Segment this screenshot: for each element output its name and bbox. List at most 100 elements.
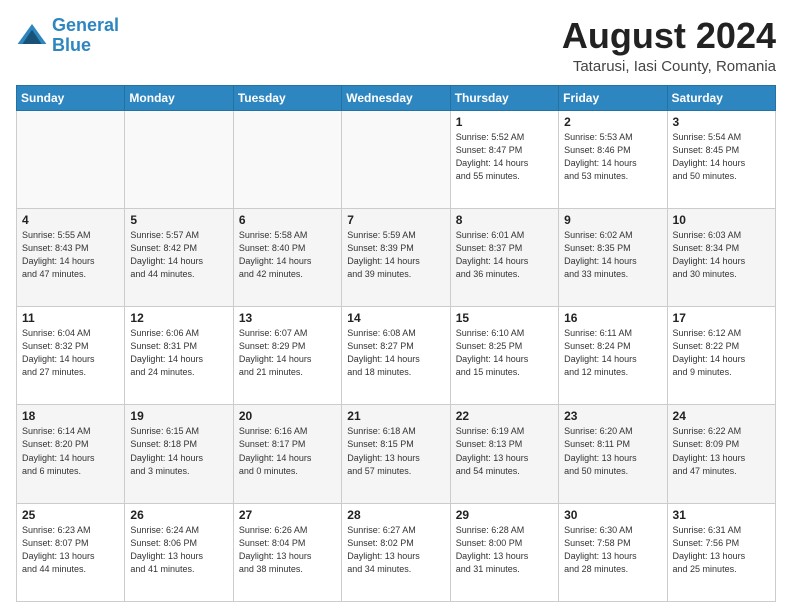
day-number: 13 [239,311,336,325]
logo-text: General Blue [52,16,119,56]
header: General Blue August 2024 Tatarusi, Iasi … [16,16,776,75]
day-number: 5 [130,213,227,227]
table-row [233,110,341,208]
calendar-week-row: 1 Sunrise: 5:52 AM Sunset: 8:47 PM Daylig… [17,110,776,208]
day-info: Sunrise: 6:08 AM Sunset: 8:27 PM Dayligh… [347,327,444,379]
day-info: Sunrise: 6:18 AM Sunset: 8:15 PM Dayligh… [347,425,444,477]
calendar-week-row: 25 Sunrise: 6:23 AM Sunset: 8:07 PM Dayli… [17,503,776,601]
day-number: 2 [564,115,661,129]
day-info: Sunrise: 6:15 AM Sunset: 8:18 PM Dayligh… [130,425,227,477]
calendar-week-row: 18Sunrise: 6:14 AM Sunset: 8:20 PM Dayli… [17,405,776,503]
table-row: 2 Sunrise: 5:53 AM Sunset: 8:46 PM Daylig… [559,110,667,208]
table-row: 29 Sunrise: 6:28 AM Sunset: 8:00 PM Dayli… [450,503,558,601]
table-row: 8 Sunrise: 6:01 AM Sunset: 8:37 PM Daylig… [450,208,558,306]
day-info: Sunrise: 6:28 AM Sunset: 8:00 PM Dayligh… [456,524,553,576]
table-row: 5 Sunrise: 5:57 AM Sunset: 8:42 PM Daylig… [125,208,233,306]
day-number: 3 [673,115,770,129]
table-row: 24 Sunrise: 6:22 AM Sunset: 8:09 PM Dayli… [667,405,775,503]
title-block: August 2024 Tatarusi, Iasi County, Roman… [562,16,776,75]
table-row: 16 Sunrise: 6:11 AM Sunset: 8:24 PM Dayli… [559,307,667,405]
day-info: Sunrise: 6:16 AM Sunset: 8:17 PM Dayligh… [239,425,336,477]
table-row: 17 Sunrise: 6:12 AM Sunset: 8:22 PM Dayli… [667,307,775,405]
table-row: 12 Sunrise: 6:06 AM Sunset: 8:31 PM Dayli… [125,307,233,405]
day-info: Sunrise: 6:30 AM Sunset: 7:58 PM Dayligh… [564,524,661,576]
table-row: 14 Sunrise: 6:08 AM Sunset: 8:27 PM Dayli… [342,307,450,405]
table-row: 19Sunrise: 6:15 AM Sunset: 8:18 PM Dayli… [125,405,233,503]
day-info: Sunrise: 6:19 AM Sunset: 8:13 PM Dayligh… [456,425,553,477]
table-row: 30 Sunrise: 6:30 AM Sunset: 7:58 PM Dayli… [559,503,667,601]
day-number: 27 [239,508,336,522]
day-info: Sunrise: 5:54 AM Sunset: 8:45 PM Dayligh… [673,131,770,183]
day-number: 10 [673,213,770,227]
table-row [125,110,233,208]
logo: General Blue [16,16,119,56]
table-row [17,110,125,208]
day-info: Sunrise: 6:11 AM Sunset: 8:24 PM Dayligh… [564,327,661,379]
day-info: Sunrise: 5:53 AM Sunset: 8:46 PM Dayligh… [564,131,661,183]
table-row: 25 Sunrise: 6:23 AM Sunset: 8:07 PM Dayli… [17,503,125,601]
table-row: 6Sunrise: 5:58 AM Sunset: 8:40 PM Daylig… [233,208,341,306]
day-number: 26 [130,508,227,522]
day-number: 8 [456,213,553,227]
table-row: 10 Sunrise: 6:03 AM Sunset: 8:34 PM Dayli… [667,208,775,306]
day-info: Sunrise: 6:22 AM Sunset: 8:09 PM Dayligh… [673,425,770,477]
day-number: 22 [456,409,553,423]
day-info: Sunrise: 6:10 AM Sunset: 8:25 PM Dayligh… [456,327,553,379]
day-info: Sunrise: 6:27 AM Sunset: 8:02 PM Dayligh… [347,524,444,576]
day-number: 31 [673,508,770,522]
day-info: Sunrise: 6:06 AM Sunset: 8:31 PM Dayligh… [130,327,227,379]
day-info: Sunrise: 6:12 AM Sunset: 8:22 PM Dayligh… [673,327,770,379]
logo-line2: Blue [52,35,91,55]
day-number: 14 [347,311,444,325]
day-info: Sunrise: 6:20 AM Sunset: 8:11 PM Dayligh… [564,425,661,477]
day-number: 4 [22,213,119,227]
day-info: Sunrise: 6:23 AM Sunset: 8:07 PM Dayligh… [22,524,119,576]
table-row: 22 Sunrise: 6:19 AM Sunset: 8:13 PM Dayli… [450,405,558,503]
table-row [342,110,450,208]
logo-line1: General [52,15,119,35]
day-info: Sunrise: 6:31 AM Sunset: 7:56 PM Dayligh… [673,524,770,576]
day-info: Sunrise: 5:59 AM Sunset: 8:39 PM Dayligh… [347,229,444,281]
table-row: 28Sunrise: 6:27 AM Sunset: 8:02 PM Dayli… [342,503,450,601]
day-info: Sunrise: 6:03 AM Sunset: 8:34 PM Dayligh… [673,229,770,281]
day-info: Sunrise: 6:14 AM Sunset: 8:20 PM Dayligh… [22,425,119,477]
table-row: 13Sunrise: 6:07 AM Sunset: 8:29 PM Dayli… [233,307,341,405]
calendar-header-row: Sunday Monday Tuesday Wednesday Thursday… [17,85,776,110]
day-info: Sunrise: 5:57 AM Sunset: 8:42 PM Dayligh… [130,229,227,281]
day-number: 25 [22,508,119,522]
day-number: 15 [456,311,553,325]
table-row: 26 Sunrise: 6:24 AM Sunset: 8:06 PM Dayli… [125,503,233,601]
day-number: 17 [673,311,770,325]
day-number: 7 [347,213,444,227]
table-row: 23Sunrise: 6:20 AM Sunset: 8:11 PM Dayli… [559,405,667,503]
day-number: 29 [456,508,553,522]
col-wednesday: Wednesday [342,85,450,110]
day-info: Sunrise: 6:26 AM Sunset: 8:04 PM Dayligh… [239,524,336,576]
day-info: Sunrise: 6:24 AM Sunset: 8:06 PM Dayligh… [130,524,227,576]
table-row: 15 Sunrise: 6:10 AM Sunset: 8:25 PM Dayli… [450,307,558,405]
day-number: 16 [564,311,661,325]
day-number: 24 [673,409,770,423]
day-number: 12 [130,311,227,325]
day-number: 1 [456,115,553,129]
table-row: 20Sunrise: 6:16 AM Sunset: 8:17 PM Dayli… [233,405,341,503]
table-row: 7 Sunrise: 5:59 AM Sunset: 8:39 PM Daylig… [342,208,450,306]
table-row: 31 Sunrise: 6:31 AM Sunset: 7:56 PM Dayli… [667,503,775,601]
table-row: 11 Sunrise: 6:04 AM Sunset: 8:32 PM Dayli… [17,307,125,405]
calendar-week-row: 4 Sunrise: 5:55 AM Sunset: 8:43 PM Daylig… [17,208,776,306]
location: Tatarusi, Iasi County, Romania [562,58,776,75]
table-row: 18Sunrise: 6:14 AM Sunset: 8:20 PM Dayli… [17,405,125,503]
day-info: Sunrise: 6:04 AM Sunset: 8:32 PM Dayligh… [22,327,119,379]
day-number: 11 [22,311,119,325]
col-sunday: Sunday [17,85,125,110]
table-row: 21Sunrise: 6:18 AM Sunset: 8:15 PM Dayli… [342,405,450,503]
col-friday: Friday [559,85,667,110]
day-info: Sunrise: 6:02 AM Sunset: 8:35 PM Dayligh… [564,229,661,281]
calendar-week-row: 11 Sunrise: 6:04 AM Sunset: 8:32 PM Dayli… [17,307,776,405]
day-info: Sunrise: 5:55 AM Sunset: 8:43 PM Dayligh… [22,229,119,281]
day-info: Sunrise: 5:58 AM Sunset: 8:40 PM Dayligh… [239,229,336,281]
day-info: Sunrise: 6:01 AM Sunset: 8:37 PM Dayligh… [456,229,553,281]
day-info: Sunrise: 5:52 AM Sunset: 8:47 PM Dayligh… [456,131,553,183]
page: General Blue August 2024 Tatarusi, Iasi … [0,0,792,612]
day-number: 30 [564,508,661,522]
